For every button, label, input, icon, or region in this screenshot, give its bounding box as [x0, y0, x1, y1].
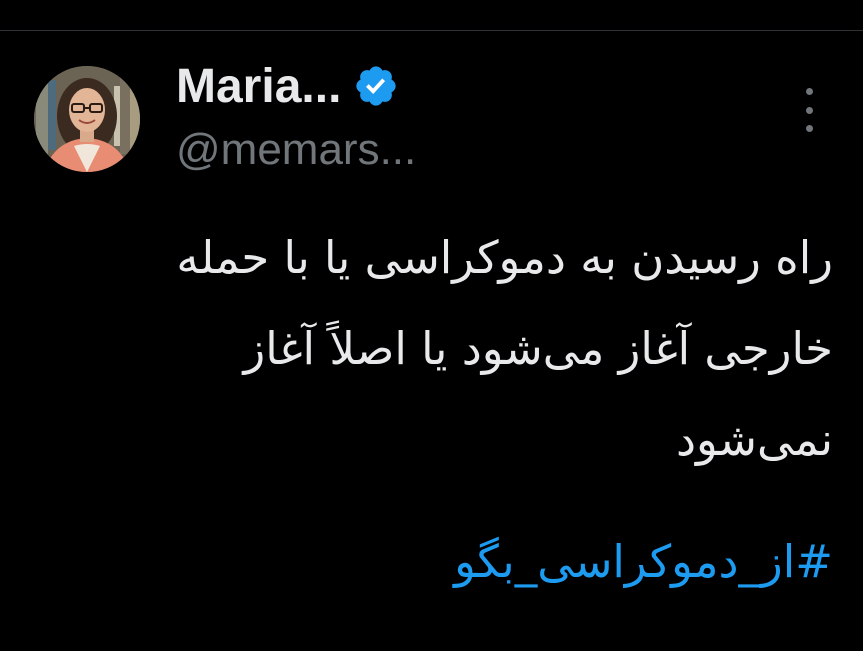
- author-handle[interactable]: @memars...: [176, 122, 416, 178]
- tweet-text: راه رسیدن به دموکراسی یا با حمله خارجی آ…: [176, 231, 833, 466]
- hashtag-link[interactable]: #از_دموکراسی_بگو: [454, 522, 833, 602]
- dot: [805, 106, 813, 114]
- verified-badge-icon: [353, 63, 399, 109]
- ellipsis-vertical-icon[interactable]: [796, 88, 822, 132]
- dot: [805, 88, 813, 95]
- author-name-row[interactable]: Maria...: [176, 58, 399, 114]
- top-divider: [0, 30, 863, 31]
- profile-photo-icon: [34, 66, 140, 172]
- avatar[interactable]: [34, 66, 140, 172]
- dot: [805, 125, 813, 132]
- author-display-name[interactable]: Maria...: [176, 59, 341, 114]
